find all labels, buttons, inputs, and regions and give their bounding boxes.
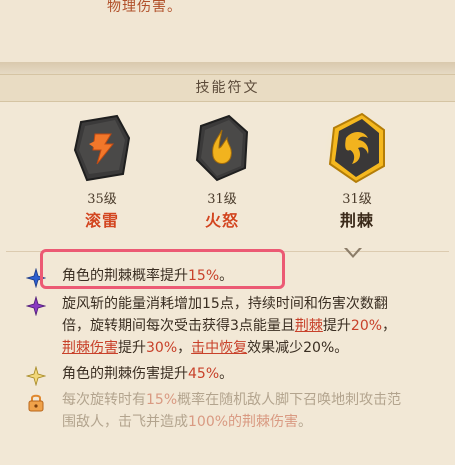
effect-value: 15% (146, 392, 178, 408)
effect-line: 每次旋转时有15%概率在随机敌人脚下召唤地刺攻击范 (62, 389, 432, 411)
purple-star-icon (26, 296, 46, 316)
effect-value: 100% (188, 414, 229, 430)
previous-section: 物理伤害。 (0, 0, 455, 62)
fire-rune-icon (187, 108, 257, 188)
hit-recovery-link[interactable]: 击中恢复 (191, 340, 247, 356)
effect-text: 的荆棘伤害 (228, 414, 299, 430)
effect-text: 。 (219, 366, 234, 382)
effect-3: 角色的荆棘伤害提升45%。 (62, 363, 432, 385)
effect-text: 角色的荆棘伤害提升 (62, 366, 188, 382)
gold-star-icon (26, 366, 46, 386)
effect-text: 围敌人，击飞并造成 (62, 414, 188, 430)
effect-value: 20% (350, 318, 383, 334)
lightning-rune-icon (67, 108, 137, 188)
effect-line: 旋风斩的能量消耗增加15点，持续时间和伤害次数翻 (62, 296, 388, 312)
rune-name: 荆棘 (339, 211, 374, 230)
rune-lightning[interactable]: 35级 滚雷 (52, 108, 152, 231)
thorn-link[interactable]: 荆棘 (295, 318, 323, 334)
effect-line: 荆棘伤害提升30%，击中恢复效果减少20%。 (62, 337, 432, 359)
highlight-box (40, 249, 285, 289)
effect-text: ， (382, 318, 397, 334)
effect-text: 倍，旋转期间每次受击获得3点能量且 (62, 318, 295, 334)
section-title: 技能符文 (195, 80, 260, 96)
rune-level: 31级 (342, 192, 372, 207)
rune-thorn[interactable]: 31级 荆棘 (307, 108, 407, 231)
effect-text: 。 (298, 414, 313, 430)
effect-value: 30% (146, 340, 178, 356)
effect-text: 概率在随机敌人脚下召唤地刺攻击范 (177, 392, 402, 408)
effect-text: 效果减少20%。 (247, 340, 349, 356)
thorn-rune-icon (321, 108, 393, 188)
rune-name: 滚雷 (84, 211, 119, 230)
effect-4-locked: 每次旋转时有15%概率在随机敌人脚下召唤地刺攻击范 围敌人，击飞并造成100%的… (62, 389, 432, 433)
effect-text: 提升 (322, 318, 351, 334)
rune-name: 火怒 (204, 211, 239, 230)
effect-text: 每次旋转时有 (62, 392, 146, 408)
effect-text: 提升 (118, 340, 146, 356)
rune-fire[interactable]: 31级 火怒 (172, 108, 272, 231)
rune-level: 35级 (87, 192, 117, 207)
effect-line: 围敌人，击飞并造成100%的荆棘伤害。 (62, 411, 432, 433)
effect-2: 旋风斩的能量消耗增加15点，持续时间和伤害次数翻 倍，旋转期间每次受击获得3点能… (62, 293, 432, 359)
chevron-down-icon (344, 248, 362, 258)
effect-text: ， (177, 340, 192, 356)
effect-value: 45% (188, 366, 220, 382)
lock-icon (28, 394, 44, 412)
previous-text: 物理伤害。 (107, 0, 182, 15)
thorn-damage-link[interactable]: 荆棘伤害 (62, 340, 118, 356)
effect-line: 倍，旋转期间每次受击获得3点能量且荆棘提升20%， (62, 315, 432, 337)
rune-level: 31级 (207, 192, 237, 207)
